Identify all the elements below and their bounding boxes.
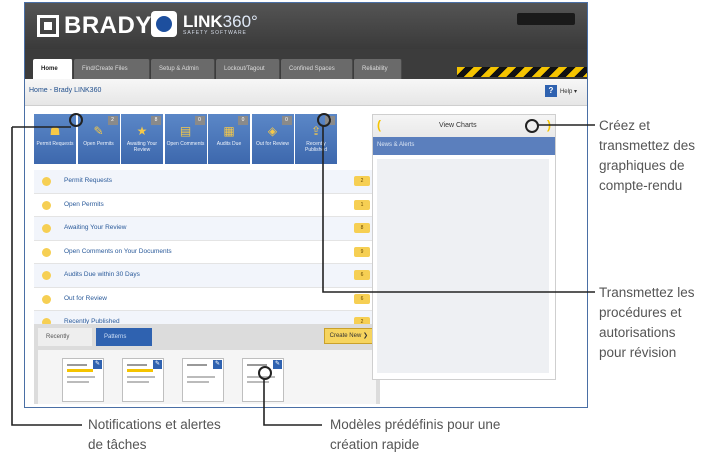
callout-text-charts: Créez et transmettez des graphiques de comp… xyxy=(599,118,696,193)
callout-lines xyxy=(11,124,595,426)
callout-line-notifications xyxy=(11,127,82,426)
callout-text-review: Transmettez les procédures et autorisation… xyxy=(599,285,695,360)
callout-line-review xyxy=(322,125,595,293)
callout-text-notifications: Notifications et alertes de tâches xyxy=(88,417,221,452)
callout-text-templates: Modèles prédéfinis pour une création rapi… xyxy=(330,417,501,452)
callout-line-templates xyxy=(263,378,322,426)
